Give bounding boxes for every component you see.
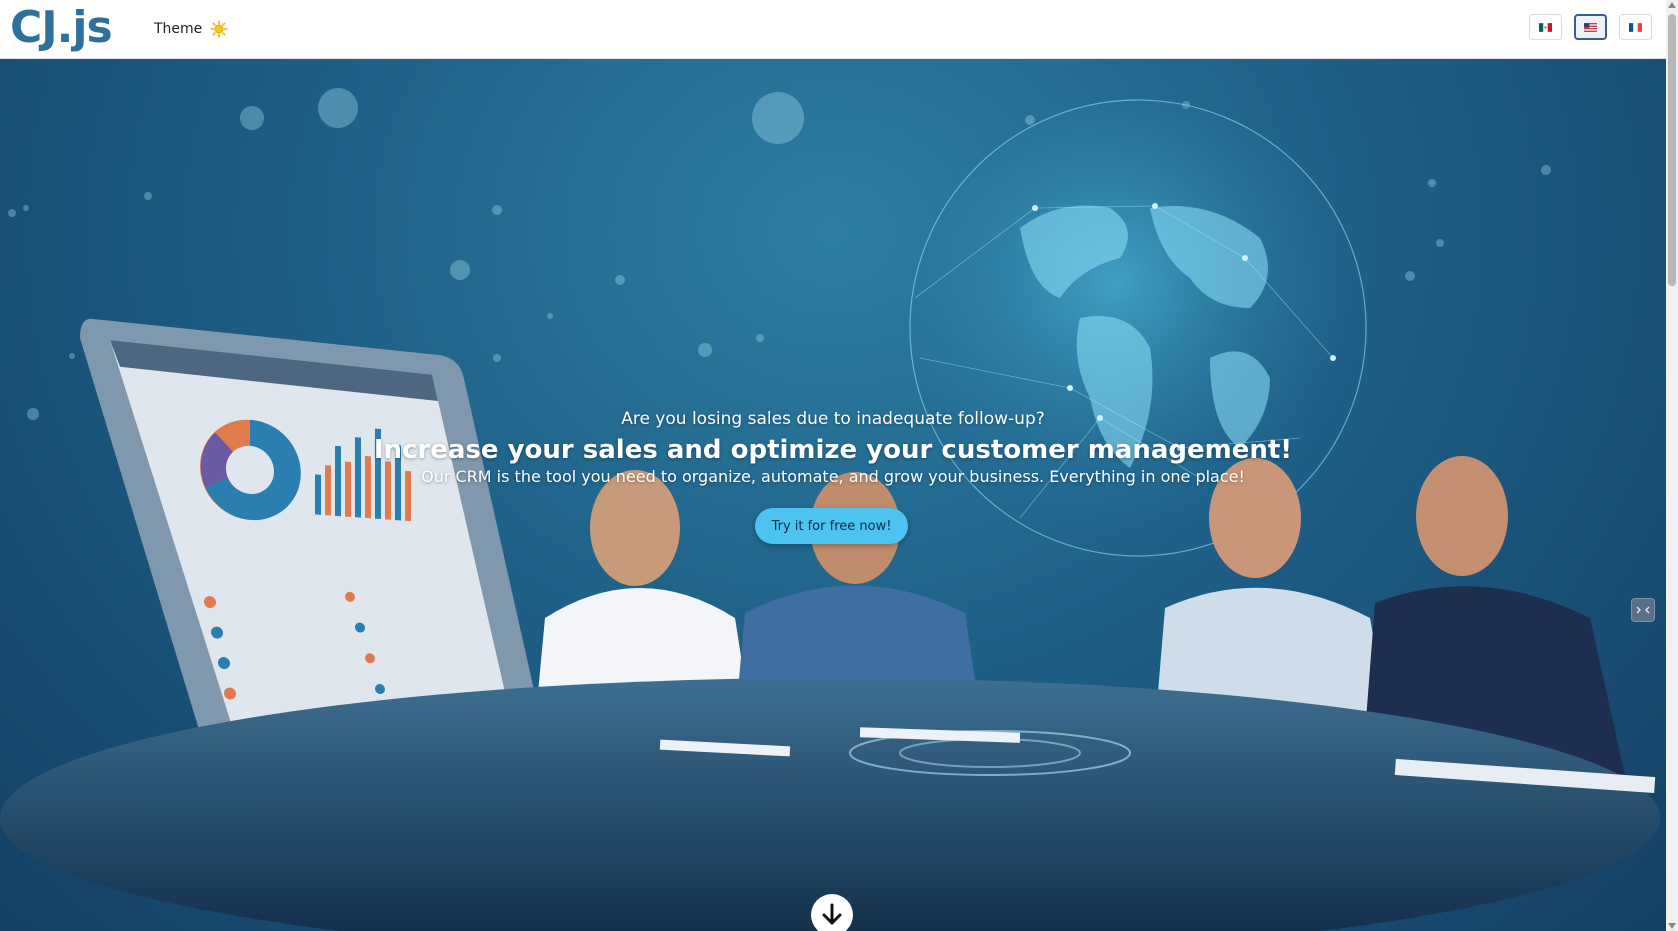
language-selector — [1529, 14, 1652, 40]
hero-title: Increase your sales and optimize your cu… — [373, 435, 1293, 465]
language-button-usa[interactable] — [1574, 14, 1607, 40]
collapse-icon — [1636, 606, 1650, 614]
language-button-france[interactable] — [1619, 14, 1652, 40]
scroll-down-button[interactable] — [811, 894, 853, 931]
top-navbar: CJ.js Theme — [0, 0, 1666, 59]
mexico-flag-icon — [1539, 22, 1552, 32]
sun-icon — [210, 20, 229, 38]
usa-flag-icon — [1584, 22, 1597, 32]
scroll-down-arrow-icon[interactable] — [1668, 923, 1676, 929]
theme-toggle[interactable]: Theme — [154, 17, 229, 41]
hero-background-illustration — [0, 88, 1660, 931]
hero-subtitle: Our CRM is the tool you need to organize… — [421, 467, 1245, 486]
scroll-up-arrow-icon[interactable] — [1668, 2, 1676, 8]
france-flag-icon — [1629, 22, 1642, 32]
app-logo[interactable]: CJ.js — [10, 2, 113, 54]
scrollbar-thumb[interactable] — [1668, 14, 1676, 286]
hero-text-block: Are you losing sales due to inadequate f… — [0, 408, 1666, 488]
hero-question: Are you losing sales due to inadequate f… — [621, 409, 1045, 429]
theme-label: Theme — [154, 21, 203, 37]
arrow-down-icon — [822, 903, 842, 925]
side-widget-button[interactable] — [1631, 598, 1655, 622]
language-button-mexico[interactable] — [1529, 14, 1562, 40]
page-scrollbar[interactable] — [1666, 0, 1678, 931]
try-free-button[interactable]: Try it for free now! — [755, 508, 908, 544]
hero-section: Are you losing sales due to inadequate f… — [0, 58, 1666, 931]
